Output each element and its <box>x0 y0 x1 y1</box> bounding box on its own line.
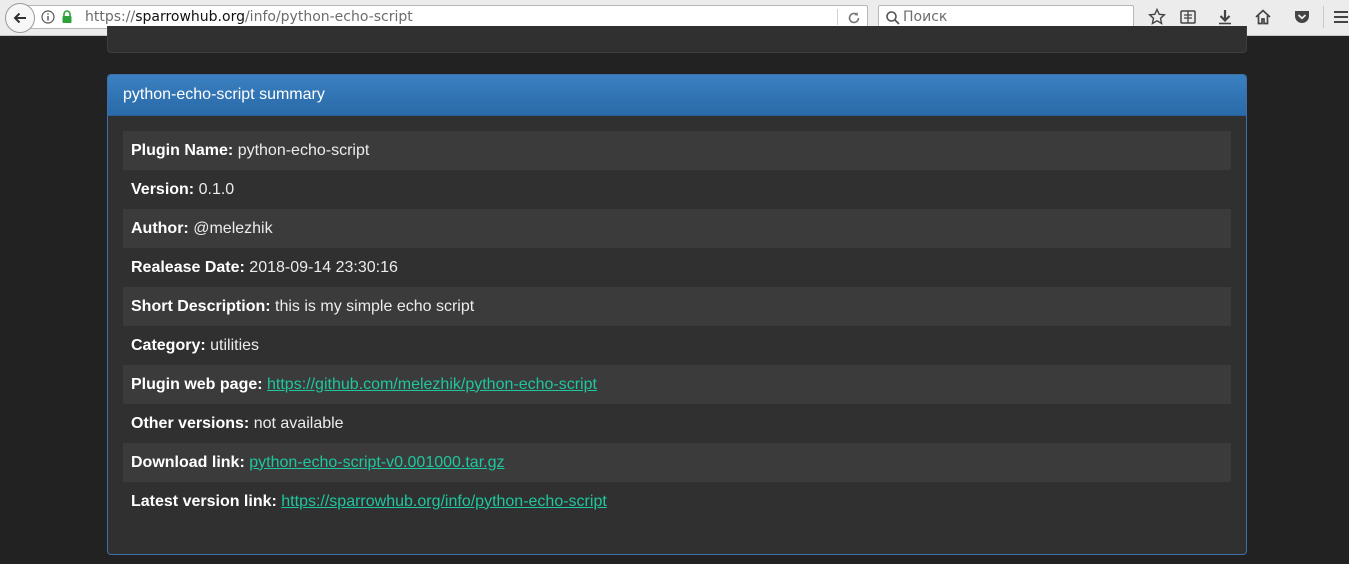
table-cell: Latest version link: https://sparrowhub.… <box>123 482 1231 521</box>
table-cell: Author: @melezhik <box>123 209 1231 248</box>
table-row: Latest version link: https://sparrowhub.… <box>123 482 1231 521</box>
field-value: @melezhik <box>193 219 273 237</box>
field-value: this is my simple echo script <box>275 297 475 315</box>
table-cell: Category: utilities <box>123 326 1231 365</box>
download-icon[interactable] <box>1214 6 1236 28</box>
field-value: utilities <box>210 336 260 354</box>
search-icon <box>886 11 900 25</box>
panel-heading: python-echo-script summary <box>108 75 1246 116</box>
table-row: Download link: python-echo-script-v0.001… <box>123 443 1231 482</box>
field-label: Plugin Name: <box>131 141 234 159</box>
search-placeholder: Поиск <box>903 9 948 25</box>
field-link[interactable]: python-echo-script-v0.001000.tar.gz <box>249 454 504 471</box>
table-cell: Short Description: this is my simple ech… <box>123 287 1231 326</box>
lock-icon[interactable] <box>61 10 73 24</box>
reload-icon[interactable] <box>846 10 862 26</box>
toolbar-divider <box>1323 6 1324 28</box>
field-label: Other versions: <box>131 414 250 432</box>
url-text[interactable]: https://sparrowhub.org/info/python-echo-… <box>85 9 413 25</box>
field-label: Category: <box>131 336 206 354</box>
table-row: Realease Date: 2018-09-14 23:30:16 <box>123 248 1231 287</box>
field-label: Download link: <box>131 453 245 471</box>
field-label: Latest version link: <box>131 492 277 510</box>
panel-body: Plugin Name: python-echo-script Version: … <box>108 116 1246 521</box>
menu-icon[interactable] <box>1330 6 1349 28</box>
table-cell: Download link: python-echo-script-v0.001… <box>123 443 1231 482</box>
panel-title: python-echo-script summary <box>123 86 325 103</box>
summary-panel: python-echo-script summary Plugin Name: … <box>107 74 1247 555</box>
field-label: Version: <box>131 180 195 198</box>
back-arrow-icon <box>13 12 26 24</box>
urlbar-divider <box>837 9 838 25</box>
info-icon[interactable] <box>41 10 55 24</box>
field-value: not available <box>253 414 344 432</box>
table-cell: Plugin Name: python-echo-script <box>123 131 1231 170</box>
field-label: Plugin web page: <box>131 375 263 393</box>
table-cell: Plugin web page: https://github.com/mele… <box>123 365 1231 404</box>
table-cell: Other versions: not available <box>123 404 1231 443</box>
table-row: Plugin web page: https://github.com/mele… <box>123 365 1231 404</box>
url-scheme: https:// <box>85 9 136 25</box>
summary-table: Plugin Name: python-echo-script Version: … <box>123 131 1231 521</box>
table-row: Other versions: not available <box>123 404 1231 443</box>
table-row: Category: utilities <box>123 326 1231 365</box>
bookmark-star-icon[interactable] <box>1146 6 1168 28</box>
table-row: Short Description: this is my simple ech… <box>123 287 1231 326</box>
table-row: Author: @melezhik <box>123 209 1231 248</box>
home-icon[interactable] <box>1252 6 1274 28</box>
field-value: 2018-09-14 23:30:16 <box>249 258 398 276</box>
field-link[interactable]: https://sparrowhub.org/info/python-echo-… <box>281 493 607 510</box>
table-cell: Realease Date: 2018-09-14 23:30:16 <box>123 248 1231 287</box>
field-link[interactable]: https://github.com/melezhik/python-echo-… <box>267 376 597 393</box>
previous-panel <box>107 26 1247 53</box>
table-cell: Version: 0.1.0 <box>123 170 1231 209</box>
pocket-icon[interactable] <box>1291 6 1313 28</box>
field-label: Realease Date: <box>131 258 245 276</box>
reading-list-icon[interactable] <box>1177 6 1199 28</box>
back-button[interactable] <box>5 3 35 33</box>
field-label: Short Description: <box>131 297 271 315</box>
table-row: Version: 0.1.0 <box>123 170 1231 209</box>
field-value: 0.1.0 <box>198 180 235 198</box>
url-host: sparrowhub.org <box>135 9 245 25</box>
url-path: /info/python-echo-script <box>244 9 413 25</box>
table-row: Plugin Name: python-echo-script <box>123 131 1231 170</box>
field-value: python-echo-script <box>237 141 370 159</box>
field-label: Author: <box>131 219 189 237</box>
